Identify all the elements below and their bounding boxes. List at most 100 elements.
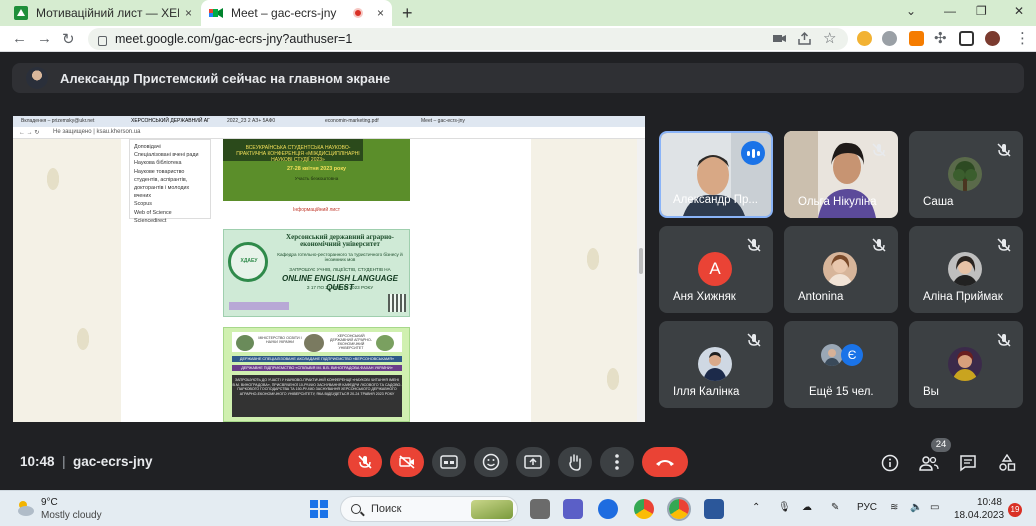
shared-screen[interactable]: Вкладення – prizemsky@ukr.net ХЕРСОНСЬКИ… [13, 116, 645, 422]
recording-icon [352, 8, 363, 18]
url-input[interactable]: meet.google.com/gac-ecrs-jny?authuser=1 [88, 28, 848, 50]
taskbar-clock[interactable]: 10:48 18.04.2023 [954, 496, 1004, 522]
volume-icon[interactable]: 🔈 [910, 502, 922, 513]
weather-condition: Mostly cloudy [41, 510, 102, 521]
bookmark-star-icon[interactable]: ☆ [823, 29, 836, 47]
emoji-icon [482, 453, 500, 471]
menu-item: Спеціалізовані вчені ради [134, 152, 199, 159]
tab-title: Мотиваційний лист — ХЕРСОНС [36, 6, 179, 20]
participants-count-badge: 24 [931, 438, 951, 452]
weather-cloudy-icon[interactable] [14, 497, 36, 519]
tab-close-icon[interactable]: × [185, 6, 192, 20]
share-icon[interactable] [797, 31, 812, 46]
chat-icon [960, 455, 976, 472]
logo-text: ХДАЕУ [240, 258, 258, 264]
microphone-tray-icon[interactable]: 🎙 [778, 502, 791, 513]
avatar [948, 157, 982, 191]
mic-off-icon [872, 238, 886, 252]
participant-tile[interactable]: Ілля Калінка [659, 321, 773, 408]
participant-name: Александр Пр... [673, 194, 758, 206]
teams-chat-icon[interactable] [563, 499, 583, 519]
info-letter-link[interactable]: Інформаційний лист [223, 207, 410, 213]
tray-chevron-icon[interactable]: ⌃ [752, 502, 760, 513]
meet-favicon-icon [209, 8, 223, 18]
taskbar-search-input[interactable]: Поиск [340, 496, 518, 522]
avatar[interactable] [985, 31, 1000, 46]
shared-tab: Meet – gac-ecrs-jny [421, 118, 465, 124]
notifications-badge[interactable]: 19 [1008, 503, 1022, 517]
back-button[interactable]: ← [12, 30, 27, 47]
menu-item: Доповідачі [134, 144, 161, 150]
shared-tab: economin-marketing.pdf [325, 118, 379, 124]
chrome-icon[interactable] [634, 499, 654, 519]
mic-toggle-button[interactable] [348, 447, 382, 477]
search-icon [351, 504, 361, 514]
participant-tile-self[interactable]: Вы [909, 321, 1023, 408]
banner-subtitle: ВСЕУКРАЇНСЬКА СТУДЕНТСЬКА НАУКОВО-ПРАКТИ… [236, 145, 360, 163]
participant-tile[interactable]: А Аня Хижняк [659, 226, 773, 313]
extension-icon[interactable] [909, 31, 924, 46]
participant-tile[interactable]: Аліна Приймак [909, 226, 1023, 313]
mic-off-icon [997, 333, 1011, 347]
activities-button[interactable] [996, 452, 1018, 474]
shared-tab-strip: Вкладення – prizemsky@ukr.net ХЕРСОНСЬКИ… [13, 116, 645, 127]
word-icon[interactable] [704, 499, 724, 519]
camera-permission-icon[interactable] [772, 31, 787, 46]
conference-leaflet: МІНІСТЕРСТВО ОСВІТИ І НАУКИ УКРАЇНИ ХЕРС… [223, 327, 410, 422]
participant-tile[interactable]: Ольга Нікуліна [784, 131, 898, 218]
tab-meet[interactable]: Meet – gac-ecrs-jny × [201, 0, 392, 26]
sidebar-icon[interactable] [959, 31, 974, 46]
browser-tab-strip: Мотиваційний лист — ХЕРСОНС × Meet – gac… [0, 0, 1036, 26]
extension-icon[interactable] [882, 31, 897, 46]
wifi-icon[interactable]: ≋ [890, 502, 898, 513]
new-tab-button[interactable]: + [402, 3, 413, 24]
avatar [26, 67, 48, 89]
end-call-button[interactable] [642, 447, 688, 477]
divider: | [62, 453, 66, 469]
captions-button[interactable] [432, 447, 466, 477]
cloud-tray-icon[interactable]: ☁ [802, 502, 812, 513]
meeting-details-button[interactable] [879, 452, 901, 474]
present-button[interactable] [516, 447, 550, 477]
menu-kebab-icon[interactable]: ⋮ [1015, 29, 1030, 47]
more-options-button[interactable] [600, 447, 634, 477]
participant-tile[interactable]: Саша [909, 131, 1023, 218]
windows-start-icon[interactable] [310, 500, 328, 518]
tab-motivation-letter[interactable]: Мотиваційний лист — ХЕРСОНС × [6, 0, 200, 26]
forward-button[interactable]: → [37, 30, 52, 47]
lock-icon [98, 36, 107, 46]
close-window-button[interactable]: ✕ [1014, 4, 1024, 18]
address-bar-row: ← → ↻ meet.google.com/gac-ecrs-jny?authu… [0, 26, 1036, 52]
language-indicator[interactable]: РУС [857, 502, 877, 513]
more-participants-tile[interactable]: Є Ещё 15 чел. [784, 321, 898, 408]
tab-close-icon[interactable]: × [377, 6, 384, 20]
mic-off-icon [997, 143, 1011, 157]
browser-app-icon[interactable] [598, 499, 618, 519]
participant-tile[interactable]: Antonina [784, 226, 898, 313]
minimize-button[interactable]: — [944, 4, 956, 18]
extensions-puzzle-icon[interactable]: ✣ [934, 29, 947, 47]
tab-search-icon[interactable]: ⌄ [906, 4, 916, 18]
present-screen-icon [524, 455, 542, 469]
chrome-icon[interactable] [667, 497, 691, 521]
participant-name: Antonina [798, 291, 844, 303]
emoji-button[interactable] [474, 447, 508, 477]
mic-off-icon [997, 238, 1011, 252]
shared-address-bar: ← → ↻ Не защищено | ksau.kherson.ua [13, 127, 645, 139]
avatar [948, 252, 982, 286]
raise-hand-button[interactable] [558, 447, 592, 477]
participant-tile[interactable]: Александр Пр... [659, 131, 773, 218]
camera-toggle-button[interactable] [390, 447, 424, 477]
battery-icon[interactable]: ▭ [930, 502, 939, 513]
qr-code-icon [388, 294, 406, 312]
reload-button[interactable]: ↻ [62, 30, 75, 48]
people-button[interactable] [918, 452, 940, 474]
chat-button[interactable] [957, 452, 979, 474]
restore-button[interactable]: ❐ [976, 4, 987, 18]
pen-tray-icon[interactable]: ✎ [831, 502, 839, 513]
extension-icon[interactable] [857, 31, 872, 46]
leaflet-body: ЗАПРОШУЮТЬ ДО УЧАСТІ У НАУКОВО-ПРАКТИЧНІ… [232, 375, 402, 417]
participant-name: Аня Хижняк [673, 291, 736, 303]
captions-icon [440, 455, 458, 469]
task-view-icon[interactable] [530, 499, 550, 519]
